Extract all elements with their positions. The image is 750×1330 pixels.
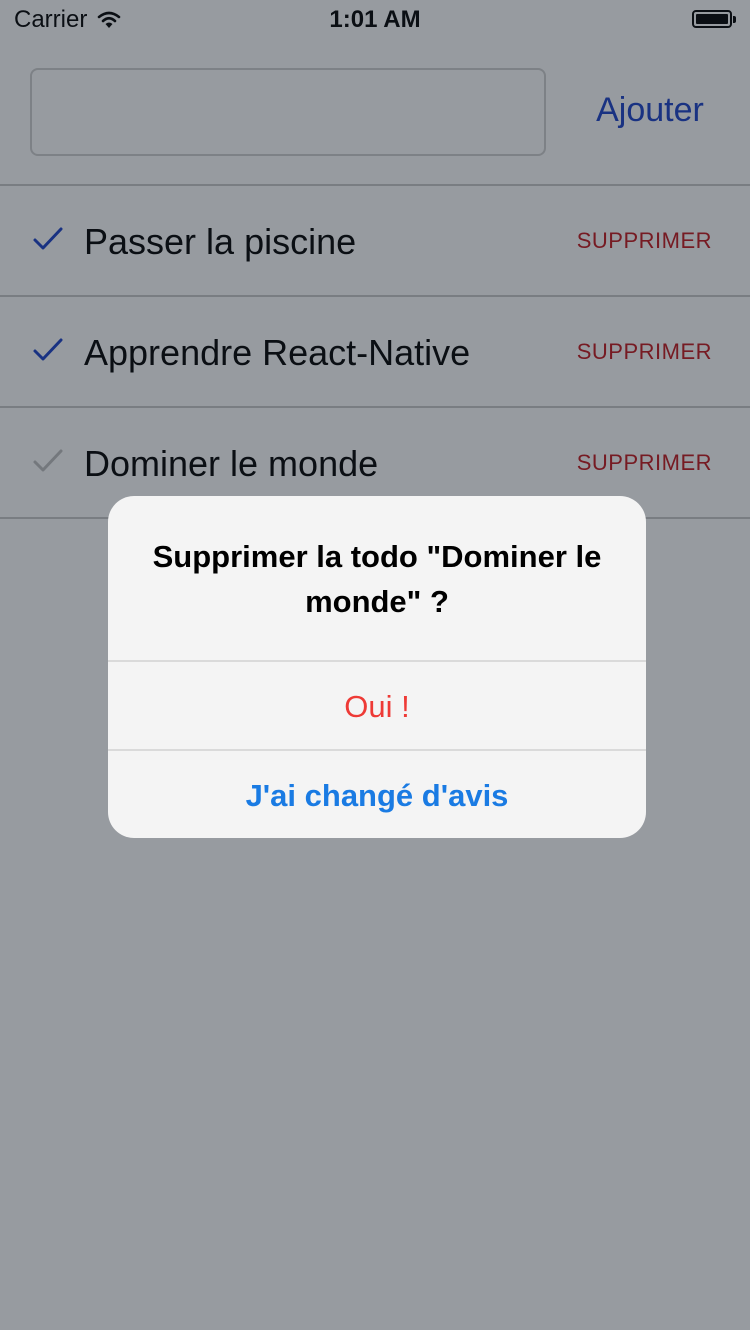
confirm-delete-button[interactable]: Oui ! (108, 660, 646, 748)
cancel-button[interactable]: J'ai changé d'avis (108, 749, 646, 837)
alert-title: Supprimer la todo "Dominer le monde" ? (152, 539, 602, 619)
delete-confirm-alert: Supprimer la todo "Dominer le monde" ? O… (108, 496, 646, 838)
